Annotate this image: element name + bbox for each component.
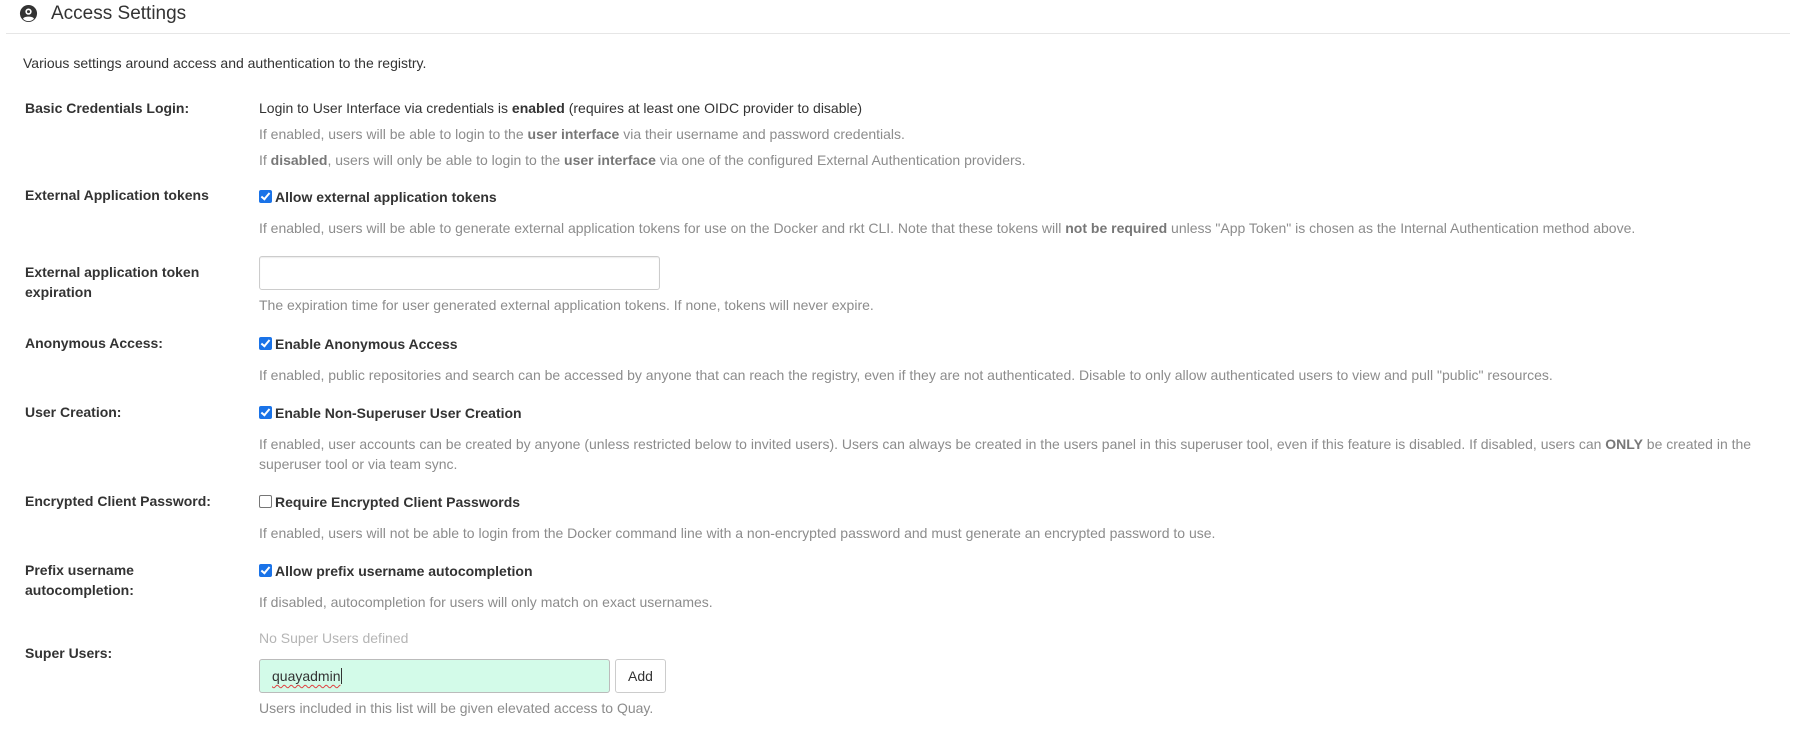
encrypted-password-help: If enabled, users will not be able to lo… (259, 525, 1216, 541)
status-value: enabled (511, 100, 565, 116)
prefix-autocomplete-checkbox-label[interactable]: Allow prefix username autocompletion (259, 561, 1759, 581)
help-emphasis: disabled (270, 152, 328, 168)
super-users-label: Super Users: (25, 645, 113, 661)
help-text: unless "App Token" is chosen as the Inte… (1167, 220, 1636, 236)
anonymous-access-help: If enabled, public repositories and sear… (259, 367, 1553, 383)
status-suffix: (requires at least one OIDC provider to … (564, 100, 863, 116)
anonymous-access-checkbox[interactable] (259, 336, 272, 350)
help-emphasis: not be required (1065, 220, 1168, 236)
encrypted-password-checkbox[interactable] (259, 494, 272, 508)
super-users-empty-text: No Super Users defined (259, 630, 409, 646)
token-expiration-label: External application token expiration (25, 264, 200, 300)
prefix-autocomplete-help: If disabled, autocompletion for users wi… (259, 594, 713, 610)
external-tokens-checkbox[interactable] (259, 189, 272, 203)
help-text: via one of the configured External Authe… (655, 152, 1026, 168)
basic-credentials-label: Basic Credentials Login: (25, 100, 190, 116)
prefix-autocomplete-label: Prefix username autocompletion: (25, 562, 134, 598)
help-text: If enabled, users will be able to genera… (259, 220, 1066, 236)
super-user-input-value: quayadmin (272, 668, 341, 684)
add-super-user-button[interactable]: Add (615, 659, 666, 693)
token-expiration-input[interactable] (259, 256, 660, 290)
encrypted-password-checkbox-label[interactable]: Require Encrypted Client Passwords (259, 492, 1759, 512)
help-text: If enabled, user accounts can be created… (259, 436, 1606, 452)
user-creation-checkbox-label[interactable]: Enable Non-Superuser User Creation (259, 403, 1769, 423)
help-emphasis: ONLY (1605, 436, 1643, 452)
status-prefix: Login to User Interface via credentials … (259, 100, 512, 116)
user-circle-icon (19, 4, 38, 23)
external-tokens-help: If enabled, users will be able to genera… (259, 218, 1759, 238)
user-creation-help: If enabled, user accounts can be created… (259, 434, 1769, 474)
super-users-help: Users included in this list will be give… (259, 700, 654, 716)
super-user-input[interactable]: quayadmin (259, 659, 610, 693)
basic-credentials-help-enabled: If enabled, users will be able to login … (259, 124, 1759, 144)
anonymous-access-checkbox-label[interactable]: Enable Anonymous Access (259, 334, 1759, 354)
external-tokens-checkbox-label[interactable]: Allow external application tokens (259, 187, 1759, 207)
text-caret (340, 668, 342, 684)
basic-credentials-status: Login to User Interface via credentials … (259, 98, 1759, 118)
external-tokens-label: External Application tokens (25, 187, 209, 203)
checkbox-text: Allow external application tokens (275, 189, 497, 205)
checkbox-text: Allow prefix username autocompletion (275, 563, 533, 579)
user-creation-checkbox[interactable] (259, 405, 272, 419)
checkbox-text: Require Encrypted Client Passwords (275, 494, 521, 510)
anonymous-access-label: Anonymous Access: (25, 335, 163, 351)
help-emphasis: user interface (527, 126, 620, 142)
section-header: Access Settings (6, 0, 1790, 34)
user-creation-label: User Creation: (25, 404, 122, 420)
help-text: If enabled, users will be able to login … (259, 126, 528, 142)
section-description: Various settings around access and authe… (23, 55, 427, 71)
section-title: Access Settings (51, 3, 187, 24)
prefix-autocomplete-checkbox[interactable] (259, 563, 272, 577)
help-text: via their username and password credenti… (619, 126, 905, 142)
checkbox-text: Enable Non-Superuser User Creation (275, 405, 522, 421)
checkbox-text: Enable Anonymous Access (275, 336, 458, 352)
basic-credentials-help-disabled: If disabled, users will only be able to … (259, 150, 1759, 170)
encrypted-password-label: Encrypted Client Password: (25, 493, 211, 509)
help-emphasis: user interface (564, 152, 656, 168)
help-text: If (259, 152, 271, 168)
token-expiration-help: The expiration time for user generated e… (259, 297, 874, 313)
help-text: , users will only be able to login to th… (327, 152, 565, 168)
